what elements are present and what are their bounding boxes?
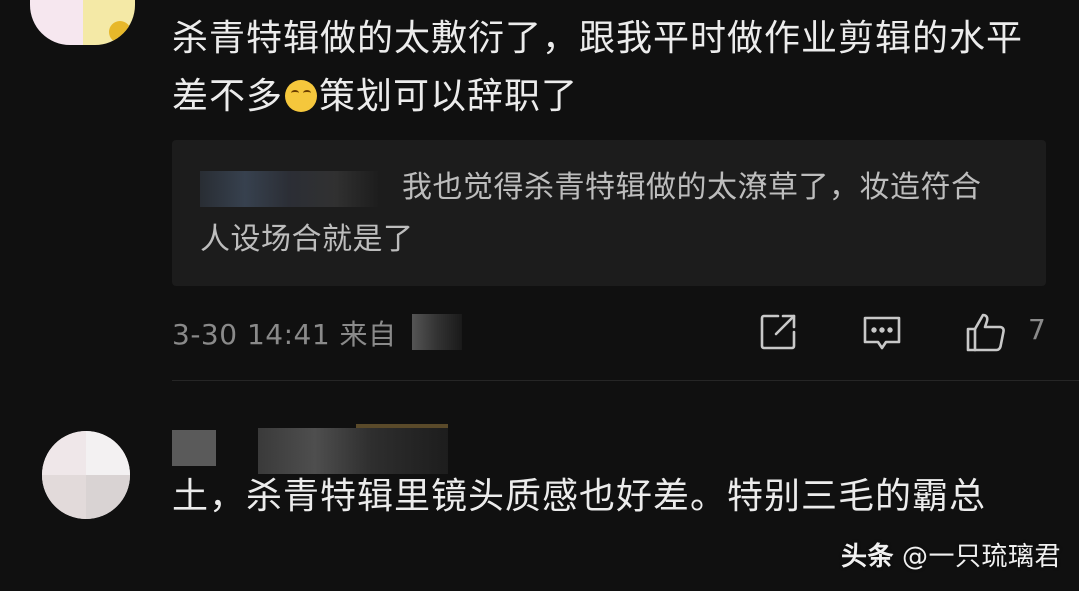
avatar-pixel xyxy=(86,431,130,475)
comment-source-prefix: 来自 xyxy=(339,318,397,351)
watermark-handle: @一只琉璃君 xyxy=(901,542,1061,572)
avatar[interactable] xyxy=(42,431,130,519)
like-count: 7 xyxy=(1028,313,1046,346)
comment-text: 杀青特辑做的太敷衍了，跟我平时做作业剪辑的水平差不多 策划可以辞职了 xyxy=(172,10,1052,126)
avatar-pixel xyxy=(86,475,130,519)
avatar-pixel xyxy=(42,431,86,475)
username-blurred xyxy=(172,430,216,466)
reply-text: 我也觉得杀青特辑做的太潦草了，妆造符合人设场合就是了 xyxy=(200,170,982,257)
crying-laughing-emoji-icon xyxy=(285,80,318,112)
comment-icon[interactable] xyxy=(860,310,904,354)
comment-text-part2: 策划可以辞职了 xyxy=(319,76,579,117)
source-blurred xyxy=(412,314,462,350)
verified-badge-icon xyxy=(109,21,131,43)
share-icon[interactable] xyxy=(756,310,800,354)
thumbs-up-icon[interactable] xyxy=(964,310,1008,354)
reply-preview[interactable]: 我也觉得杀青特辑做的太潦草了，妆造符合人设场合就是了 xyxy=(172,140,1046,286)
watermark-brand: 头条 xyxy=(840,542,894,572)
avatar[interactable] xyxy=(30,0,135,45)
comment-meta: 3-30 14:41 来自 xyxy=(172,313,397,353)
comment-text: 土，杀青特辑里镜头质感也好差。特别三毛的霸总 xyxy=(172,476,987,517)
comment-time: 3-30 14:41 xyxy=(172,318,331,351)
avatar-pixel xyxy=(42,475,86,519)
divider xyxy=(172,380,1079,381)
avatar-left-half xyxy=(30,0,83,45)
watermark: 头条 @一只琉璃君 xyxy=(841,536,1061,573)
